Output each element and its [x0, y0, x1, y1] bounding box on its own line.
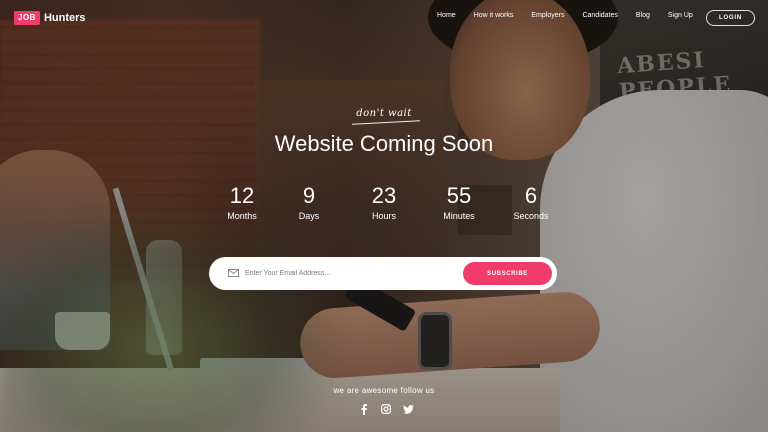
- countdown-label: Days: [298, 211, 320, 221]
- login-button[interactable]: LOGIN: [706, 10, 755, 26]
- site-header: JOB Hunters Home How it works Employers …: [0, 0, 768, 36]
- logo-text: Hunters: [43, 12, 86, 24]
- logo-badge: JOB: [14, 11, 40, 25]
- instagram-icon[interactable]: [380, 403, 392, 415]
- nav-item-blog[interactable]: Blog: [636, 12, 650, 19]
- twitter-icon[interactable]: [402, 403, 414, 415]
- countdown-months: 12 Months: [207, 183, 277, 222]
- countdown-value: 12: [229, 183, 255, 208]
- subscribe-form: SUBSCRIBE: [209, 257, 557, 290]
- countdown-value: 9: [302, 183, 316, 208]
- countdown-label: Months: [227, 211, 257, 221]
- hero-tagline: don't wait: [356, 108, 412, 119]
- nav-item-employers[interactable]: Employers: [531, 12, 564, 19]
- brand-logo[interactable]: JOB Hunters: [14, 11, 86, 25]
- nav-item-sign-up[interactable]: Sign Up: [668, 12, 693, 19]
- countdown-label: Seconds: [513, 211, 549, 221]
- page-title: Website Coming Soon: [274, 131, 494, 156]
- countdown-label: Hours: [371, 211, 396, 221]
- email-input[interactable]: [245, 263, 455, 284]
- countdown-value: 55: [446, 183, 472, 208]
- countdown-label: Minutes: [443, 211, 475, 221]
- mail-icon: [228, 269, 239, 277]
- subscribe-button[interactable]: SUBSCRIBE: [463, 262, 552, 285]
- countdown-value: 6: [524, 183, 538, 208]
- countdown-hours: 23 Hours: [349, 183, 419, 222]
- nav-item-home[interactable]: Home: [437, 12, 456, 19]
- countdown-seconds: 6 Seconds: [496, 183, 566, 222]
- countdown-days: 9 Days: [274, 183, 344, 222]
- countdown-value: 23: [371, 183, 397, 208]
- follow-text: we are awesome follow us: [333, 386, 435, 395]
- social-links: [358, 402, 414, 416]
- nav-item-candidates[interactable]: Candidates: [582, 12, 617, 19]
- countdown-minutes: 55 Minutes: [424, 183, 494, 222]
- nav-item-how-it-works[interactable]: How it works: [474, 12, 514, 19]
- facebook-icon[interactable]: [358, 403, 370, 415]
- main-nav: Home How it works Employers Candidates B…: [437, 12, 693, 19]
- countdown-timer: 12 Months 9 Days 23 Hours 55 Minutes 6 S…: [0, 184, 768, 228]
